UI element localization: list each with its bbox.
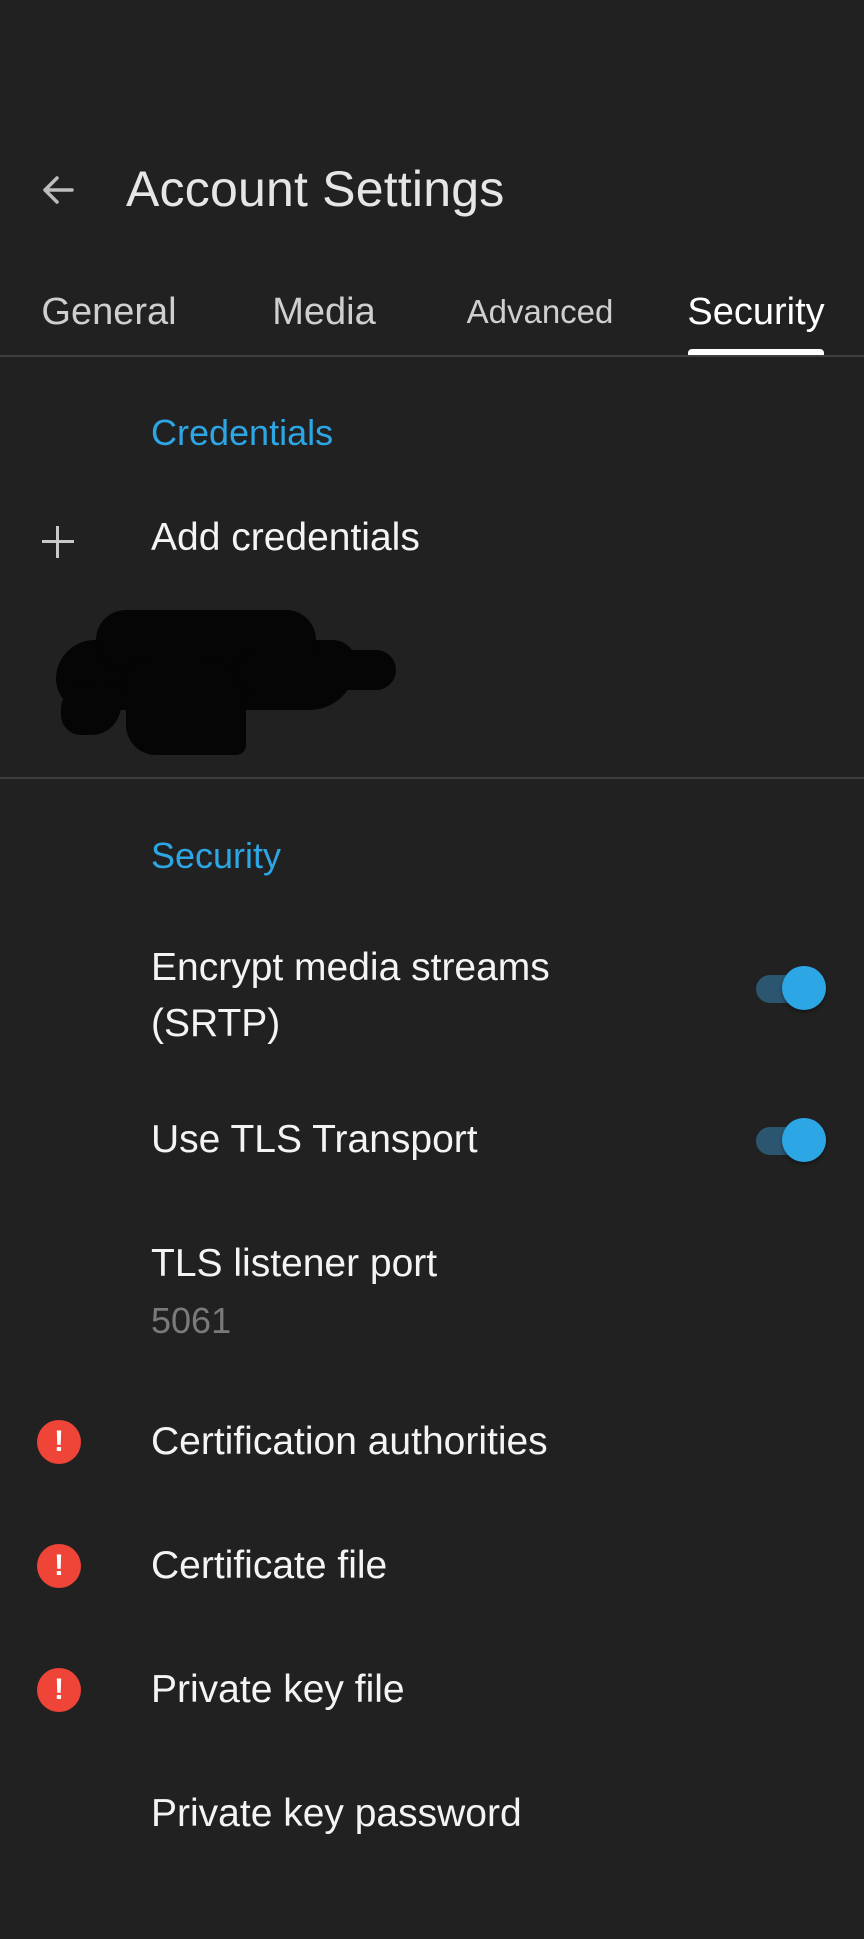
- srtp-toggle[interactable]: [756, 966, 826, 1010]
- toggle-thumb: [782, 966, 826, 1010]
- tab-media[interactable]: Media: [250, 268, 398, 356]
- error-icon: !: [37, 1544, 81, 1588]
- add-credentials-row[interactable]: [0, 492, 864, 592]
- arrow-back-icon: [43, 176, 74, 204]
- certification-authorities-label: Certification authorities: [151, 1420, 548, 1463]
- add-credentials-label: Add credentials: [151, 516, 420, 559]
- tls-transport-label: Use TLS Transport: [151, 1118, 478, 1161]
- tab-advanced[interactable]: Advanced: [456, 268, 624, 356]
- private-key-password-label: Private key password: [151, 1792, 522, 1835]
- private-key-file-row[interactable]: [0, 1640, 864, 1750]
- error-icon: !: [37, 1668, 81, 1712]
- srtp-label: Encrypt media streams (SRTP): [151, 940, 550, 1052]
- tls-port-label: TLS listener port: [151, 1242, 438, 1285]
- tls-port-value: 5061: [151, 1300, 232, 1341]
- private-key-file-label: Private key file: [151, 1668, 405, 1711]
- plus-icon: [38, 522, 78, 562]
- error-icon: !: [37, 1420, 81, 1464]
- tab-security[interactable]: Security: [676, 268, 836, 356]
- page-title: Account Settings: [126, 161, 505, 217]
- certificate-file-label: Certificate file: [151, 1544, 388, 1587]
- tab-general[interactable]: General: [28, 268, 190, 356]
- redaction-scribble: [56, 600, 396, 760]
- tabs-divider: [0, 355, 864, 357]
- toggle-thumb: [782, 1118, 826, 1162]
- app-bar: Account Settings: [0, 140, 864, 240]
- section-divider: [0, 777, 864, 779]
- certificate-file-row[interactable]: [0, 1515, 864, 1625]
- srtp-label-line2: (SRTP): [151, 1002, 281, 1045]
- back-button[interactable]: [30, 162, 86, 218]
- account-settings-screen: Account Settings General Media Advanced …: [0, 0, 864, 1939]
- tls-transport-toggle[interactable]: [756, 1118, 826, 1162]
- credentials-section-header: Credentials: [151, 412, 334, 453]
- security-section-header: Security: [151, 835, 282, 876]
- srtp-label-line1: Encrypt media streams: [151, 946, 550, 989]
- tab-bar: General Media Advanced Security: [0, 268, 864, 356]
